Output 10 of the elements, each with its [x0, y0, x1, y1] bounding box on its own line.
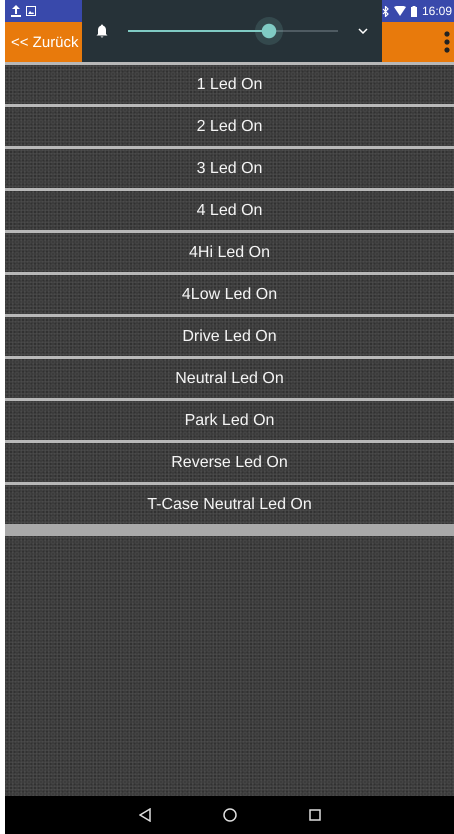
led-button[interactable]: 4Hi Led On	[5, 230, 454, 272]
led-button[interactable]: Park Led On	[5, 398, 454, 440]
led-button[interactable]: 3 Led On	[5, 146, 454, 188]
led-button[interactable]: 4 Led On	[5, 188, 454, 230]
led-button[interactable]: Drive Led On	[5, 314, 454, 356]
status-time: 16:09	[422, 4, 452, 18]
led-button[interactable]: 2 Led On	[5, 104, 454, 146]
led-button[interactable]: Neutral Led On	[5, 356, 454, 398]
led-button[interactable]: Reverse Led On	[5, 440, 454, 482]
led-button[interactable]: 4Low Led On	[5, 272, 454, 314]
